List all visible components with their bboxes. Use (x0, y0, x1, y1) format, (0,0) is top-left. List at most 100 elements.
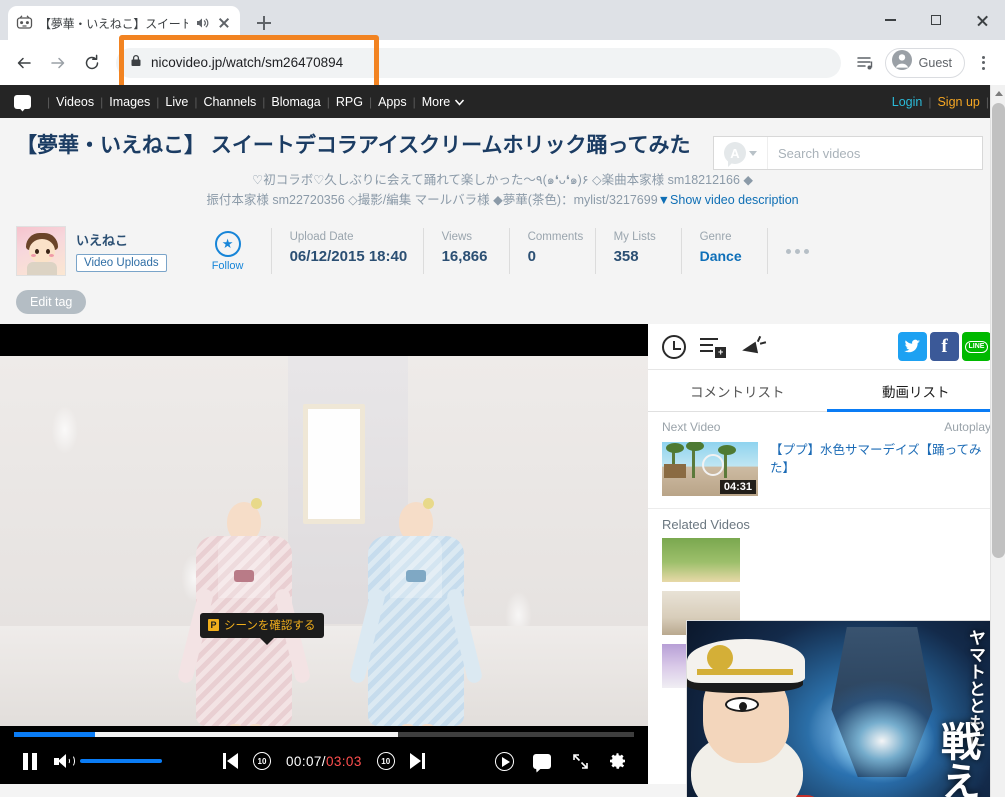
nav-divider: | (412, 94, 416, 109)
ad-vertical-headline: 戦え (935, 721, 980, 797)
rewind-10-button[interactable]: 10 (246, 744, 278, 778)
forward-10-icon: 10 (376, 752, 395, 771)
seek-bar-track[interactable] (14, 732, 634, 738)
stat-label: Genre (699, 231, 732, 244)
window-close-button[interactable] (959, 0, 1005, 40)
seek-bar-played (14, 732, 95, 738)
reload-button[interactable] (76, 47, 108, 79)
autoplay-toggle[interactable]: Autoplay (944, 420, 991, 434)
tab-video-list[interactable]: 動画リスト (826, 370, 1005, 413)
megaphone-icon[interactable] (740, 335, 767, 358)
reading-list-icon[interactable] (849, 47, 881, 79)
forward-10-button[interactable]: 10 (370, 744, 402, 778)
volume-slider[interactable] (80, 759, 162, 764)
nav-link-blomaga[interactable]: Blomaga (271, 95, 320, 109)
comment-toggle-button[interactable] (526, 744, 558, 778)
volume-button[interactable] (46, 744, 78, 778)
window-maximize-button[interactable] (913, 0, 959, 40)
sidebar-tabs: コメントリスト 動画リスト (648, 370, 1005, 413)
sidebar-action-bar: + f LINE (648, 324, 1005, 371)
tab-comment-list[interactable]: コメントリスト (648, 370, 827, 411)
tab-close-icon[interactable] (216, 15, 232, 31)
follow-button[interactable]: ★ Follow (185, 230, 271, 272)
twitter-share-button[interactable] (898, 332, 927, 362)
browser-toolbar: nicovideo.jp/watch/sm26470894 Guest (0, 34, 1005, 91)
tab-audio-speaker-icon[interactable] (194, 15, 210, 31)
signup-link[interactable]: Sign up (937, 95, 979, 109)
nicovideo-tv-logo-icon[interactable] (14, 94, 31, 109)
skip-next-button[interactable] (402, 744, 434, 778)
back-button[interactable] (8, 47, 40, 79)
follow-label: Follow (211, 259, 244, 272)
nav-divider: | (47, 94, 51, 109)
scrollbar-thumb[interactable] (992, 103, 1005, 558)
related-video-thumbnail[interactable] (662, 538, 740, 583)
settings-button[interactable] (602, 744, 634, 778)
browser-tab-title: 【夢華・いえねこ】スイートデコラア (39, 16, 188, 31)
nav-divider: | (194, 94, 198, 109)
search-category-selector[interactable]: A (714, 137, 768, 169)
uploader-name[interactable]: いえねこ (76, 230, 167, 249)
profile-button[interactable]: Guest (884, 47, 965, 78)
nav-link-live[interactable]: Live (165, 95, 188, 109)
show-video-description-link[interactable]: ▼Show video description (658, 193, 799, 207)
stat-value[interactable]: Dance (700, 248, 767, 264)
tag-row: Edit tag (16, 290, 989, 315)
search-input[interactable] (768, 145, 982, 161)
clock-icon[interactable] (662, 334, 686, 359)
uploader-avatar[interactable] (16, 226, 66, 277)
chevron-down-icon[interactable] (455, 93, 465, 111)
page-scrollbar[interactable] (990, 85, 1005, 797)
fullscreen-button[interactable] (564, 744, 596, 778)
line-share-button[interactable]: LINE (962, 332, 991, 362)
more-actions-button[interactable] (766, 228, 809, 275)
forward-button[interactable] (42, 47, 74, 79)
next-video-header: Next Video Autoplay (648, 412, 1005, 438)
uploader-meta: いえねこ Video Uploads (76, 230, 167, 273)
edit-tag-button[interactable]: Edit tag (16, 290, 87, 315)
seek-bar-container[interactable] (0, 729, 648, 739)
facebook-share-button[interactable]: f (930, 332, 959, 362)
video-frame[interactable] (0, 356, 648, 727)
video-uploads-button[interactable]: Video Uploads (76, 254, 167, 273)
nav-link-videos[interactable]: Videos (56, 95, 94, 109)
new-tab-button[interactable] (250, 9, 278, 37)
profile-label: Guest (918, 55, 952, 70)
stat-views: Views 16,866 (422, 228, 509, 275)
time-current: 00:07 (286, 753, 322, 769)
next-video-thumbnail[interactable]: 04:31 (662, 442, 758, 497)
scene-tooltip-label: シーンを確認する (224, 620, 316, 633)
repeat-button[interactable] (488, 744, 520, 778)
login-link[interactable]: Login (892, 95, 923, 109)
avatar-icon (891, 49, 913, 76)
pause-button[interactable] (14, 744, 46, 778)
comment-bubble-a-icon: A (724, 142, 746, 164)
video-player[interactable]: シーンを確認する sample ✕ (0, 324, 648, 785)
browser-tab[interactable]: 【夢華・いえねこ】スイートデコラア (8, 6, 240, 40)
nav-link-images[interactable]: Images (109, 95, 150, 109)
address-bar[interactable]: nicovideo.jp/watch/sm26470894 (116, 47, 841, 78)
advertisement-banner[interactable]: ヤマトとともに 戦え コラボ開催 ヤマト2 × ビビッド アーミー ©YN/SB… (686, 620, 991, 797)
skip-next-icon (410, 753, 426, 770)
scroll-up-arrow-icon[interactable] (991, 85, 1005, 102)
caret-down-icon (749, 150, 757, 156)
player-letterbox (0, 324, 648, 357)
nav-link-more[interactable]: More (422, 95, 450, 109)
scene-check-tooltip[interactable]: シーンを確認する (200, 613, 325, 646)
kebab-menu-icon[interactable] (969, 49, 997, 77)
video-description-preview: ♡初コラボ♡久しぶりに会えて踊れて楽しかった～٩(๑❛ᴗ❛๑)۶ ◇楽曲本家様 … (16, 171, 989, 210)
next-video-title[interactable]: 【ププ】水色サマーデイズ【踊ってみた】 (770, 442, 991, 496)
fullscreen-icon (572, 753, 589, 770)
stat-upload-date: Upload Date 06/12/2015 18:40 (270, 228, 423, 275)
window-minimize-button[interactable] (867, 0, 913, 40)
add-to-playlist-icon[interactable]: + (700, 336, 726, 358)
nav-link-rpg[interactable]: RPG (336, 95, 363, 109)
video-dancer-right (348, 494, 484, 727)
description-line-1: ♡初コラボ♡久しぶりに会えて踊れて楽しかった～٩(๑❛ᴗ❛๑)۶ ◇楽曲本家様 … (252, 173, 753, 188)
nav-link-channels[interactable]: Channels (203, 95, 256, 109)
comment-icon (533, 753, 551, 769)
search-bar: A (713, 136, 983, 170)
nav-link-apps[interactable]: Apps (378, 95, 407, 109)
next-video-item[interactable]: 04:31 【ププ】水色サマーデイズ【踊ってみた】 (648, 438, 1005, 508)
skip-previous-button[interactable] (214, 744, 246, 778)
